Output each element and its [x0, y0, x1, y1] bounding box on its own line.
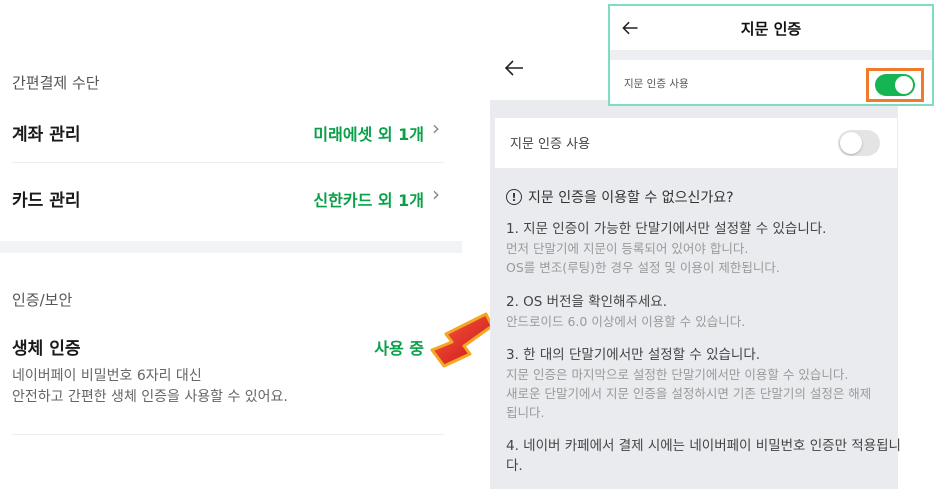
account-row[interactable]: 계좌 관리 미래에셋 외 1개 ›: [0, 106, 462, 156]
step-3-sub2: 새로운 단말기에서 지문 인증을 설정하시면 기존 단말기의 설정은 해제: [506, 386, 872, 401]
step-3-sub1: 지문 인증은 마지막으로 설정한 단말기에서만 이용할 수 있습니다.: [506, 367, 849, 382]
fingerprint-toggle-switch[interactable]: [838, 130, 880, 156]
chevron-right-icon: ›: [432, 116, 440, 140]
step-3: 3. 한 대의 단말기에서만 설정할 수 있습니다.: [506, 347, 761, 363]
inset-toggle-switch[interactable]: [875, 74, 915, 96]
inset-toggle-label: 지문 인증 사용: [624, 78, 689, 90]
chevron-right-icon: ›: [432, 182, 440, 206]
step-1-sub1: 먼저 단말기에 지문이 등록되어 있어야 합니다.: [506, 241, 749, 256]
auth-section-title: 인증/보안: [12, 291, 73, 309]
section-separator: [0, 241, 462, 253]
step-4-line2: 다.: [506, 458, 523, 474]
inset-title: 지문 인증: [740, 20, 802, 38]
biometric-status: 사용 중: [374, 339, 424, 358]
step-4-line1: 4. 네이버 카페에서 결제 시에는 네이버페이 비밀번호 인증만 적용됩니: [506, 438, 901, 454]
divider: [12, 162, 444, 163]
biometric-desc-line1: 네이버페이 비밀번호 6자리 대신: [12, 368, 202, 384]
biometric-label: 생체 인증: [12, 339, 81, 359]
account-label: 계좌 관리: [12, 125, 81, 145]
fingerprint-toggle-label: 지문 인증 사용: [510, 137, 591, 152]
step-1: 1. 지문 인증이 가능한 단말기에서만 설정할 수 있습니다.: [506, 221, 827, 237]
card-label: 카드 관리: [12, 191, 81, 211]
info-title: 지문 인증을 이용할 수 없으신가요?: [528, 190, 734, 206]
back-arrow-icon[interactable]: [502, 56, 526, 80]
card-value: 신한카드 외 1개: [313, 191, 424, 210]
inset-fingerprint-enabled: 지문 인증 지문 인증 사용: [608, 4, 934, 106]
divider: [12, 434, 444, 435]
account-value: 미래에셋 외 1개: [313, 125, 424, 144]
step-1-sub2: OS를 변조(루팅)한 경우 설정 및 이용이 제한됩니다.: [506, 260, 780, 275]
step-2: 2. OS 버전을 확인해주세요.: [506, 294, 668, 310]
payment-section-title: 간편결제 수단: [12, 74, 100, 92]
inset-separator: [610, 50, 932, 60]
step-3-sub3: 됩니다.: [506, 405, 545, 420]
biometric-desc-line2: 안전하고 간편한 생체 인증을 사용할 수 있어요.: [12, 389, 288, 405]
payment-settings-panel: 간편결제 수단 계좌 관리 미래에셋 외 1개 › 카드 관리 신한카드 외 1…: [0, 0, 462, 489]
highlight-box: [866, 68, 924, 102]
exclamation-circle-icon: !: [506, 189, 522, 205]
biometric-row[interactable]: 생체 인증 사용 중 네이버페이 비밀번호 6자리 대신 안전하고 간편한 생체…: [0, 326, 462, 416]
step-2-sub: 안드로이드 6.0 이상에서 이용할 수 있습니다.: [506, 314, 746, 329]
card-row[interactable]: 카드 관리 신한카드 외 1개 ›: [0, 172, 462, 222]
info-heading: ! 지문 인증을 이용할 수 없으신가요?: [506, 187, 734, 207]
